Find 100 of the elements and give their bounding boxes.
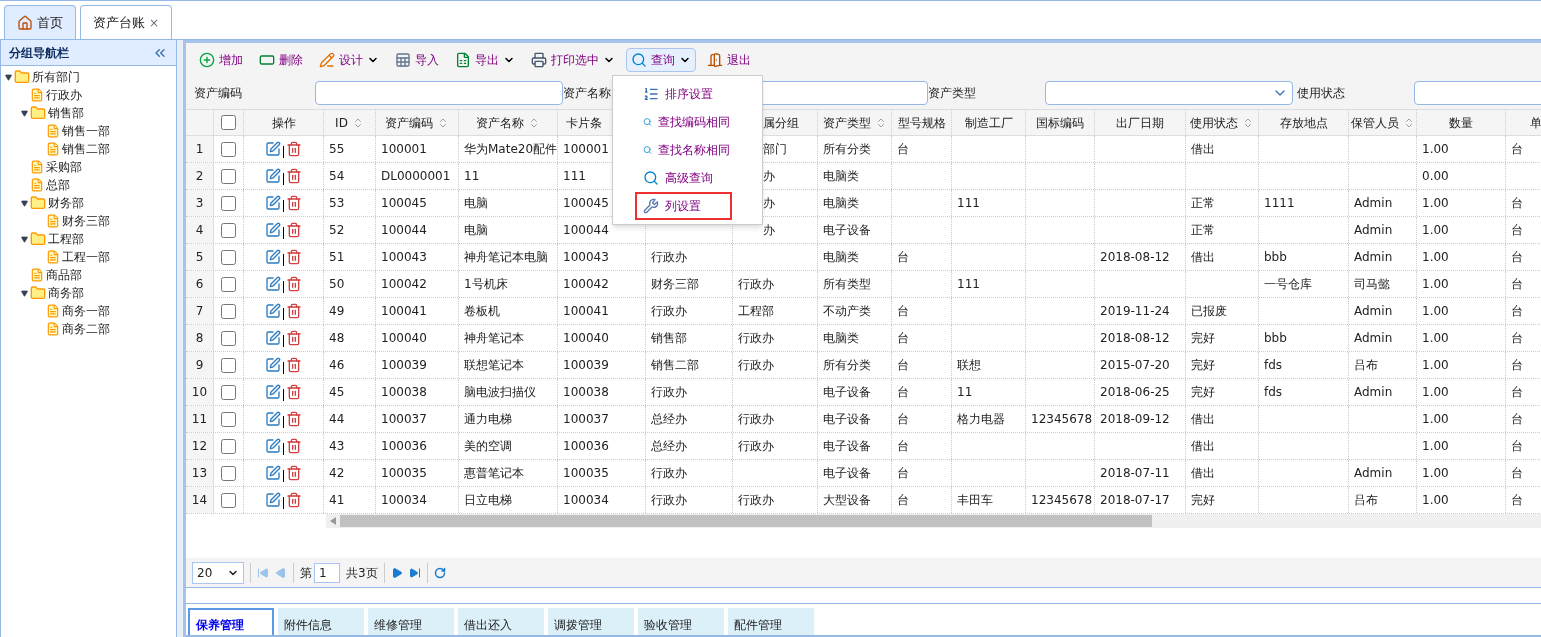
page-size-select[interactable]: 20 — [192, 561, 244, 584]
edit-icon[interactable] — [265, 384, 281, 400]
row-checkbox[interactable] — [221, 438, 236, 454]
toolbar-button[interactable]: 查询 — [626, 48, 696, 72]
delete-icon[interactable] — [286, 438, 302, 454]
close-tab-button[interactable]: × — [149, 13, 160, 32]
delete-icon[interactable] — [286, 249, 302, 265]
toolbar-button[interactable]: 导入 — [390, 48, 444, 72]
toolbar-button[interactable]: 导出 — [450, 48, 520, 72]
column-header[interactable]: 保管人员 — [1350, 113, 1415, 132]
column-header[interactable]: 存放地点 — [1279, 113, 1328, 132]
expand-arrow-icon[interactable] — [21, 289, 28, 297]
menu-item[interactable]: 排序设置 — [635, 80, 732, 108]
edit-icon[interactable] — [265, 438, 281, 454]
detail-tab[interactable]: 配件管理 — [728, 608, 814, 635]
edit-icon[interactable] — [265, 249, 281, 265]
page-tab[interactable]: 首页 — [4, 5, 76, 39]
detail-tab[interactable]: 保养管理 — [188, 608, 274, 635]
column-header[interactable]: 卡片条 — [566, 113, 602, 132]
filter-input[interactable] — [315, 81, 563, 105]
expand-arrow-icon[interactable] — [21, 235, 28, 243]
refresh-icon[interactable] — [433, 566, 446, 579]
row-checkbox[interactable] — [221, 195, 236, 211]
column-header[interactable]: 数量 — [1449, 113, 1473, 132]
toolbar-button[interactable]: 退出 — [702, 48, 756, 72]
tree-item[interactable]: 总部 — [46, 176, 70, 194]
delete-icon[interactable] — [286, 465, 302, 481]
tree-item[interactable]: 财务三部 — [62, 212, 110, 230]
tree-item[interactable]: 采购部 — [46, 158, 82, 176]
page-tab[interactable]: 资产台账 × — [80, 5, 173, 39]
row-checkbox[interactable] — [221, 330, 236, 346]
delete-icon[interactable] — [286, 384, 302, 400]
tree-item[interactable]: 工程一部 — [62, 248, 110, 266]
edit-icon[interactable] — [265, 303, 281, 319]
row-checkbox[interactable] — [221, 384, 236, 400]
edit-icon[interactable] — [265, 411, 281, 427]
column-header[interactable]: ID — [335, 113, 364, 132]
delete-icon[interactable] — [286, 492, 302, 508]
delete-icon[interactable] — [286, 276, 302, 292]
filter-input[interactable] — [1414, 81, 1541, 105]
column-header[interactable]: 资产名称 — [476, 113, 540, 132]
detail-tab[interactable]: 验收管理 — [638, 608, 724, 635]
column-header[interactable]: 使用状态 — [1190, 113, 1254, 132]
delete-icon[interactable] — [286, 222, 302, 238]
delete-icon[interactable] — [286, 141, 302, 157]
horizontal-scrollbar[interactable] — [326, 514, 1541, 528]
column-header[interactable]: 资产类型 — [822, 113, 887, 132]
row-checkbox[interactable] — [221, 465, 236, 481]
detail-tab[interactable]: 调拨管理 — [548, 608, 634, 635]
edit-icon[interactable] — [265, 492, 281, 508]
expand-arrow-icon[interactable] — [5, 73, 12, 81]
tree-item[interactable]: 商务一部 — [62, 302, 110, 320]
delete-icon[interactable] — [286, 195, 302, 211]
delete-icon[interactable] — [286, 303, 302, 319]
row-checkbox[interactable] — [221, 411, 236, 427]
toolbar-button[interactable]: 设计 — [314, 48, 384, 72]
tree-item[interactable]: 工程部 — [48, 230, 84, 248]
column-header[interactable]: 属分组 — [763, 113, 799, 132]
tree-item[interactable]: 商品部 — [46, 266, 82, 284]
tree-item[interactable]: 所有部门 — [32, 68, 80, 86]
edit-icon[interactable] — [265, 222, 281, 238]
column-header[interactable]: 制造工厂 — [964, 113, 1013, 132]
row-checkbox[interactable] — [221, 303, 236, 319]
detail-tab[interactable]: 借出还入 — [458, 608, 544, 635]
next-page-icon[interactable] — [390, 566, 403, 579]
scroll-left-icon[interactable] — [330, 517, 336, 525]
tree-item[interactable]: 财务部 — [48, 194, 84, 212]
edit-icon[interactable] — [265, 168, 281, 184]
tree-item[interactable]: 行政办 — [46, 86, 82, 104]
edit-icon[interactable] — [265, 357, 281, 373]
edit-icon[interactable] — [265, 465, 281, 481]
column-header[interactable]: 国标编码 — [1036, 113, 1084, 132]
column-header[interactable]: 出厂日期 — [1116, 113, 1164, 132]
page-number-input[interactable]: 1 — [314, 562, 340, 583]
column-header[interactable]: 型号规格 — [897, 113, 946, 132]
last-page-icon[interactable] — [408, 566, 421, 579]
row-checkbox[interactable] — [221, 249, 236, 265]
delete-icon[interactable] — [286, 330, 302, 346]
row-checkbox[interactable] — [221, 141, 236, 157]
tree-item[interactable]: 销售二部 — [62, 140, 110, 158]
menu-item[interactable]: 查找编码相同 — [635, 108, 732, 136]
row-checkbox[interactable] — [221, 357, 236, 373]
menu-item[interactable]: 列设置 — [635, 192, 732, 220]
expand-arrow-icon[interactable] — [21, 199, 28, 207]
menu-item[interactable]: 高级查询 — [635, 164, 732, 192]
menu-item[interactable]: 查找名称相同 — [635, 136, 732, 164]
sort-icon[interactable] — [528, 116, 540, 129]
delete-icon[interactable] — [286, 357, 302, 373]
row-checkbox[interactable] — [221, 168, 236, 184]
delete-icon[interactable] — [286, 168, 302, 184]
tree-item[interactable]: 销售一部 — [62, 122, 110, 140]
column-header[interactable]: 资产编码 — [385, 113, 449, 132]
toolbar-button[interactable]: 打印选中 — [526, 48, 620, 72]
sort-icon[interactable] — [1242, 116, 1254, 129]
row-checkbox[interactable] — [221, 276, 236, 292]
tree-item[interactable]: 销售部 — [48, 104, 84, 122]
edit-icon[interactable] — [265, 141, 281, 157]
toolbar-button[interactable]: 删除 — [254, 48, 308, 72]
row-checkbox[interactable] — [221, 222, 236, 238]
detail-tab[interactable]: 维修管理 — [368, 608, 454, 635]
